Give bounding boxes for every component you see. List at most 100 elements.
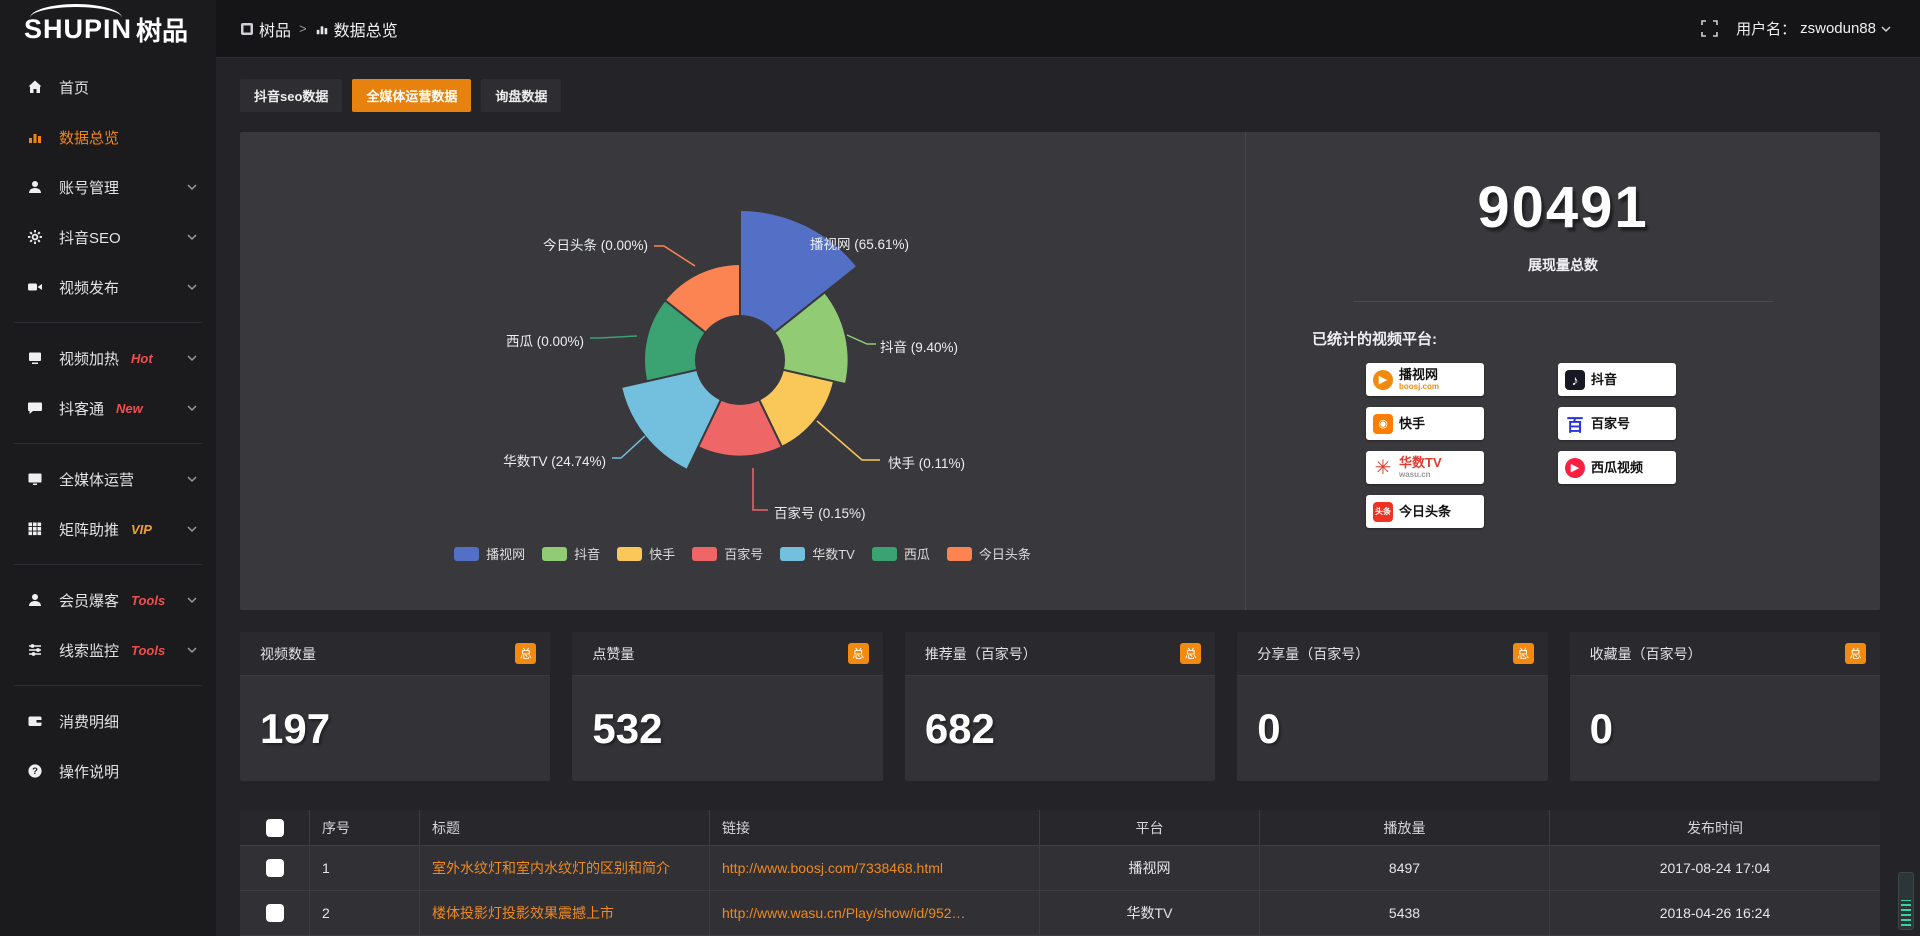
sidebar-item-首页[interactable]: 首页 [0, 62, 216, 112]
sidebar-item-会员爆客[interactable]: 会员爆客Tools [0, 575, 216, 625]
row-checkbox[interactable] [266, 904, 284, 922]
tab-inquiry-data[interactable]: 询盘数据 [481, 79, 561, 112]
edge-scroll-widget[interactable] [1898, 872, 1914, 930]
breadcrumb-root[interactable]: 树品 [240, 17, 291, 41]
app-logo[interactable]: SHUPIN 树品 [0, 0, 216, 58]
stat-card-body: 682 [905, 676, 1215, 781]
sidebar-item-badge: VIP [131, 522, 152, 537]
pie-slice-华数TV[interactable] [621, 370, 721, 470]
header-index: 序号 [310, 810, 420, 845]
gear-icon [26, 229, 44, 245]
total-badge[interactable]: 总 [1180, 643, 1201, 664]
chevron-down-icon [186, 594, 198, 606]
legend-swatch [947, 547, 972, 561]
stat-card-header: 收藏量（百家号）总 [1570, 632, 1880, 676]
platform-name: 快手 [1399, 417, 1425, 430]
platform-badge-华数TV[interactable]: ✳华数TVwasu.cn [1366, 451, 1484, 484]
tab-douyin-seo-data[interactable]: 抖音seo数据 [240, 79, 342, 112]
breadcrumb-current[interactable]: 数据总览 [315, 17, 398, 41]
sidebar-item-抖客通[interactable]: 抖客通New [0, 383, 216, 433]
sidebar: SHUPIN 树品 首页数据总览账号管理抖音SEO视频发布视频加热Hot抖客通N… [0, 0, 216, 936]
sidebar-item-全媒体运营[interactable]: 全媒体运营 [0, 454, 216, 504]
pie-label-line-百家号 [753, 468, 768, 510]
legend-item-抖音[interactable]: 抖音 [542, 544, 600, 563]
legend-item-今日头条[interactable]: 今日头条 [947, 544, 1031, 563]
sidebar-item-矩阵助推[interactable]: 矩阵助推VIP [0, 504, 216, 554]
user-icon [26, 179, 44, 195]
sidebar-item-线索监控[interactable]: 线索监控Tools [0, 625, 216, 675]
legend-item-西瓜[interactable]: 西瓜 [872, 544, 930, 563]
sidebar-item-视频加热[interactable]: 视频加热Hot [0, 333, 216, 383]
legend-label: 抖音 [574, 544, 600, 563]
stat-card-title: 视频数量 [260, 644, 316, 664]
header-title: 标题 [420, 810, 710, 845]
overview-divider [1353, 301, 1773, 302]
legend-item-播视网[interactable]: 播视网 [454, 544, 525, 563]
sidebar-item-视频发布[interactable]: 视频发布 [0, 262, 216, 312]
cell-views: 8497 [1260, 846, 1550, 890]
cell-views: 5438 [1260, 891, 1550, 935]
bar-chart-icon [315, 22, 329, 36]
platform-badge-百家号[interactable]: 百百家号 [1558, 407, 1676, 440]
stat-card-视频数量: 视频数量 总 197 [240, 632, 550, 781]
sidebar-item-label: 操作说明 [59, 761, 119, 782]
header-checkbox-cell [240, 810, 310, 845]
platform-badge-抖音[interactable]: ♪抖音 [1558, 363, 1676, 396]
shupin-square-icon [240, 22, 254, 36]
legend-item-华数TV[interactable]: 华数TV [780, 544, 855, 563]
select-all-checkbox[interactable] [266, 819, 284, 837]
cell-url-link[interactable]: http://www.boosj.com/7338468.html [710, 846, 1040, 890]
breadcrumb: 树品 > 数据总览 [240, 17, 398, 41]
platform-badges: ▶播视网boosj.com ◉快手 ✳华数TVwasu.cn 头条今日头条 ♪抖音百百… [1246, 363, 1880, 563]
chart-legend: 播视网 抖音 快手百家号 华数TV 西瓜今日头条 [240, 544, 1245, 563]
stat-card-推荐量（百家号）: 推荐量（百家号）总682 [905, 632, 1215, 781]
total-badge[interactable]: 总 [848, 643, 869, 664]
sidebar-item-操作说明[interactable]: ? 操作说明 [0, 746, 216, 796]
sidebar-item-label: 首页 [59, 77, 89, 98]
pie-label-line-抖音 [847, 335, 876, 344]
fullscreen-icon[interactable] [1701, 20, 1718, 37]
total-badge[interactable]: 总 [1513, 643, 1534, 664]
user-menu[interactable]: 用户名： zswodun88 [1736, 18, 1892, 39]
cell-title-link[interactable]: 室外水纹灯和室内水纹灯的区别和简介 [420, 846, 710, 890]
stat-card-body: 197 [240, 676, 550, 781]
chevron-down-icon [186, 281, 198, 293]
legend-item-快手[interactable]: 快手 [617, 544, 675, 563]
pie-label-播视网: 播视网 (65.61%) [810, 237, 909, 252]
platform-badge-播视网[interactable]: ▶播视网boosj.com [1366, 363, 1484, 396]
cell-url-link[interactable]: http://www.wasu.cn/Play/show/id/952… [710, 891, 1040, 935]
tab-omni-media-data[interactable]: 全媒体运营数据 [352, 79, 471, 112]
sidebar-item-抖音SEO[interactable]: 抖音SEO [0, 212, 216, 262]
legend-label: 华数TV [812, 544, 855, 563]
chevron-down-icon [186, 402, 198, 414]
sidebar-item-账号管理[interactable]: 账号管理 [0, 162, 216, 212]
row-checkbox-cell [240, 846, 310, 890]
cell-title-link[interactable]: 楼体投影灯投影效果震撼上市 [420, 891, 710, 935]
stat-card-分享量（百家号）: 分享量（百家号）总0 [1237, 632, 1547, 781]
sidebar-item-label: 账号管理 [59, 177, 119, 198]
legend-swatch [617, 547, 642, 561]
chart-icon [26, 129, 44, 145]
sidebar-divider [14, 564, 202, 565]
legend-label: 西瓜 [904, 544, 930, 563]
legend-label: 快手 [649, 544, 675, 563]
breadcrumb-separator: > [299, 21, 307, 36]
sidebar-item-数据总览[interactable]: 数据总览 [0, 112, 216, 162]
total-impressions-label: 展现量总数 [1246, 255, 1880, 275]
sidebar-item-badge: Tools [131, 643, 165, 658]
sidebar-item-消费明细[interactable]: 消费明细 [0, 696, 216, 746]
overview-panel: 90491 展现量总数 已统计的视频平台: ▶播视网boosj.com◉快手✳华… [1245, 132, 1880, 610]
logo-text-cn: 树品 [136, 11, 188, 48]
pie-label-抖音: 抖音 (9.40%) [880, 339, 958, 355]
platform-badge-西瓜视频[interactable]: ▶西瓜视频 [1558, 451, 1676, 484]
total-badge[interactable]: 总 [1845, 643, 1866, 664]
pie-label-line-华数TV [612, 436, 645, 458]
sidebar-item-label: 全媒体运营 [59, 469, 134, 490]
question-icon: ? [26, 763, 44, 779]
platform-badge-今日头条[interactable]: 头条今日头条 [1366, 495, 1484, 528]
legend-label: 播视网 [486, 544, 525, 563]
total-badge[interactable]: 总 [515, 643, 536, 664]
row-checkbox[interactable] [266, 859, 284, 877]
platform-badge-快手[interactable]: ◉快手 [1366, 407, 1484, 440]
legend-item-百家号[interactable]: 百家号 [692, 544, 763, 563]
